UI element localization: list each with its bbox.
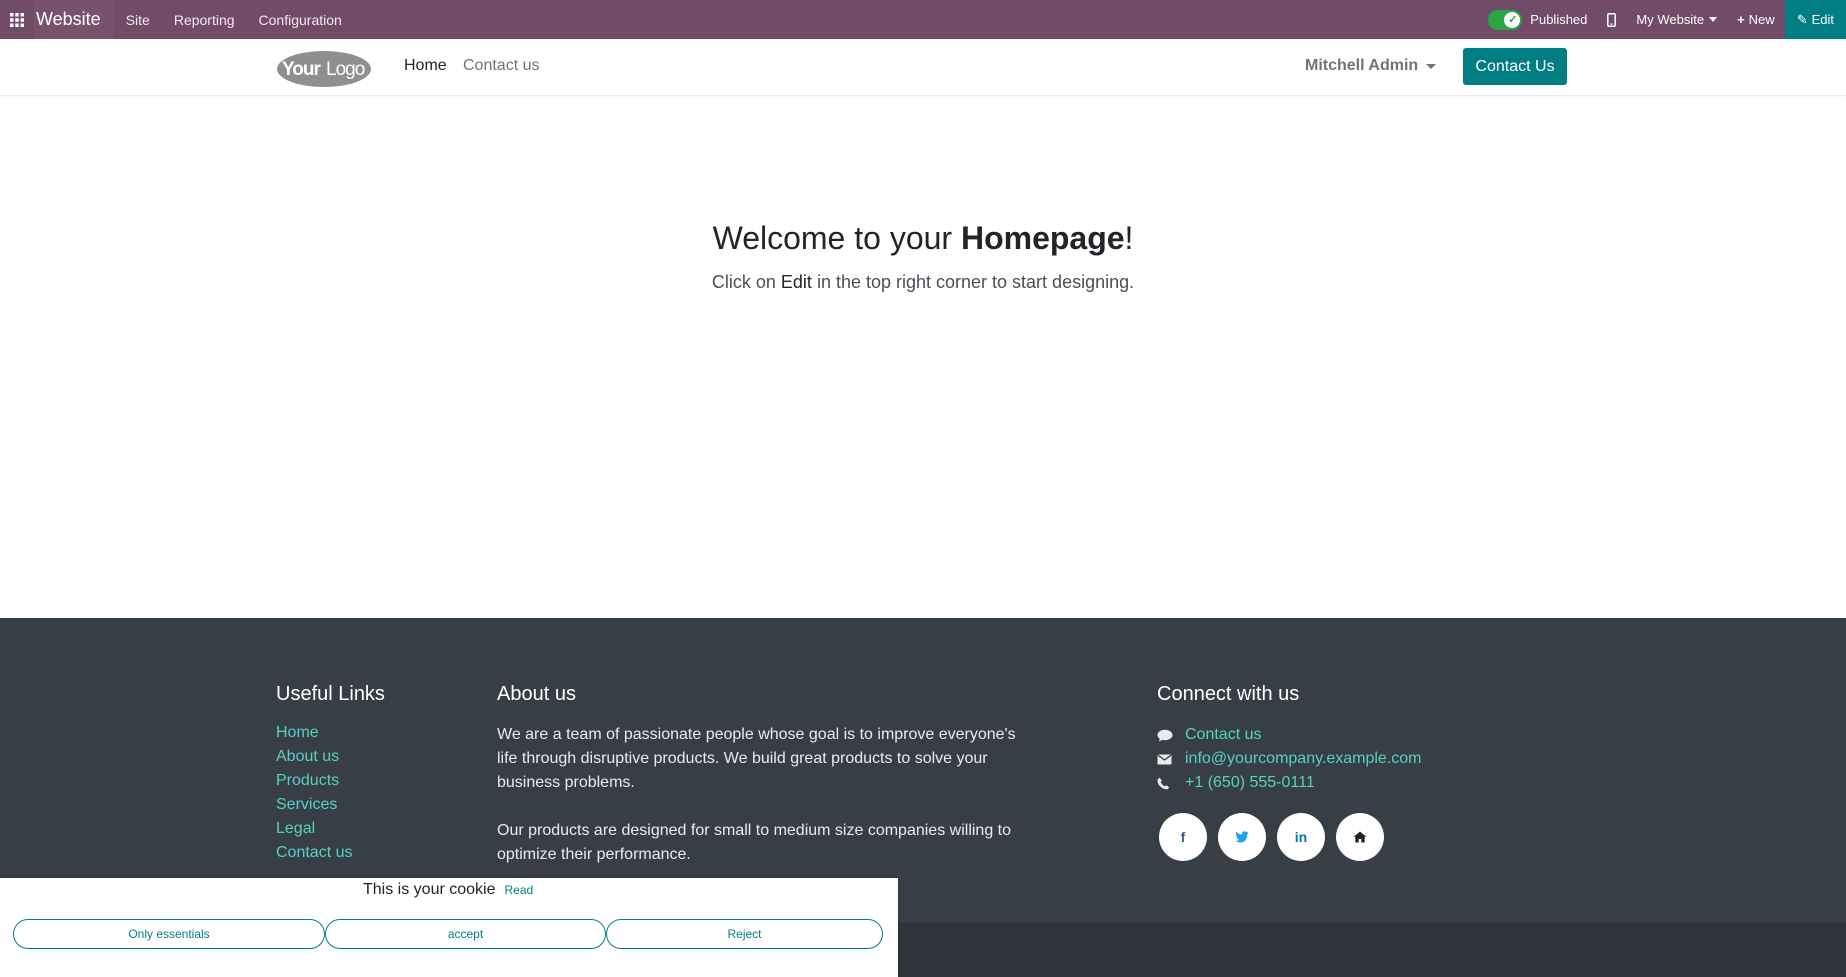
apps-menu-icon[interactable] — [0, 0, 34, 39]
connect-contact-link[interactable]: Contact us — [1185, 726, 1261, 744]
edit-label: Edit — [1811, 12, 1834, 27]
chevron-down-icon — [1426, 63, 1437, 69]
site-footer: Useful Links Home About us Products Serv… — [0, 618, 1846, 922]
website-switcher[interactable]: My Website — [1626, 0, 1727, 39]
edit-button[interactable]: ✎ Edit — [1784, 0, 1846, 39]
website-switcher-label: My Website — [1636, 12, 1705, 27]
publish-toggle[interactable]: ✓ Published — [1478, 0, 1597, 39]
useful-links-title: Useful Links — [276, 683, 385, 705]
connect-contact-row[interactable]: Contact us — [1157, 723, 1422, 747]
new-label: New — [1748, 12, 1775, 27]
comment-icon — [1157, 729, 1185, 742]
phone-icon — [1157, 777, 1185, 790]
published-label: Published — [1530, 12, 1588, 27]
top-menu: Site Reporting Configuration — [114, 0, 354, 39]
twitter-icon[interactable] — [1218, 813, 1266, 861]
mobile-icon — [1607, 12, 1617, 27]
connect-phone-row[interactable]: +1 (650) 555-0111 — [1157, 771, 1422, 795]
footer-link-home[interactable]: Home — [276, 723, 352, 747]
sub-edit: Edit — [780, 272, 812, 292]
footer-link-services[interactable]: Services — [276, 795, 352, 819]
admin-topbar: Website Site Reporting Configuration ✓ P… — [0, 0, 1846, 39]
app-name[interactable]: Website — [34, 0, 114, 39]
linkedin-icon[interactable]: in — [1277, 813, 1325, 861]
page-subtitle: Click on Edit in the top right corner to… — [0, 272, 1846, 293]
pencil-icon: ✎ — [1796, 11, 1808, 27]
contact-us-button[interactable]: Contact Us — [1463, 48, 1567, 85]
cookie-bar: This is your cookie Read Only essentials… — [0, 878, 898, 977]
svg-text:Your: Your — [282, 59, 321, 80]
only-essentials-button[interactable]: Only essentials — [13, 919, 325, 949]
nav-home[interactable]: Home — [404, 57, 447, 75]
footer-link-products[interactable]: Products — [276, 771, 352, 795]
cookie-message: This is your cookie Read — [363, 881, 533, 899]
title-bold: Homepage — [960, 220, 1125, 256]
cookie-read-link[interactable]: Read — [505, 883, 534, 897]
home-icon[interactable] — [1336, 813, 1384, 861]
accept-button[interactable]: accept — [325, 919, 606, 949]
cookie-text: This is your cookie — [363, 881, 496, 898]
new-button[interactable]: + New — [1727, 0, 1785, 39]
plus-icon: + — [1737, 12, 1745, 27]
sub-pre: Click on — [711, 272, 781, 292]
user-name: Mitchell Admin — [1305, 57, 1419, 74]
check-icon: ✓ — [1508, 13, 1518, 26]
menu-site[interactable]: Site — [114, 12, 162, 28]
page-title: Welcome to your Homepage! — [0, 220, 1846, 257]
svg-text:Logo: Logo — [326, 59, 365, 80]
nav-contact-us[interactable]: Contact us — [463, 57, 539, 75]
connect-title: Connect with us — [1157, 683, 1300, 705]
about-title: About us — [497, 683, 576, 705]
about-paragraph-1: We are a team of passionate people whose… — [497, 726, 1016, 791]
title-post: ! — [1124, 220, 1134, 256]
sub-post: in the top right corner to start designi… — [811, 272, 1135, 292]
about-paragraph-2: Our products are designed for small to m… — [497, 822, 1012, 863]
topbar-actions: ✓ Published My Website + New ✎ Edit — [1478, 0, 1846, 39]
title-pre: Welcome to your — [712, 220, 961, 256]
site-logo[interactable]: Your Logo — [276, 49, 372, 87]
user-menu[interactable]: Mitchell Admin — [1305, 57, 1437, 75]
footer-link-legal[interactable]: Legal — [276, 819, 352, 843]
chevron-down-icon — [1709, 17, 1718, 22]
menu-configuration[interactable]: Configuration — [247, 12, 354, 28]
connect-email-row[interactable]: info@yourcompany.example.com — [1157, 747, 1422, 771]
footer-link-contact[interactable]: Contact us — [276, 843, 352, 867]
useful-links-list: Home About us Products Services Legal Co… — [276, 723, 352, 867]
connect-email-link[interactable]: info@yourcompany.example.com — [1185, 750, 1422, 768]
envelope-icon — [1157, 754, 1185, 765]
site-header: Your Logo Home Contact us Mitchell Admin… — [0, 39, 1846, 96]
menu-reporting[interactable]: Reporting — [162, 12, 247, 28]
social-links: f in — [1159, 813, 1384, 861]
mobile-preview-button[interactable] — [1597, 0, 1626, 39]
reject-button[interactable]: Reject — [606, 919, 883, 949]
connect-phone-link[interactable]: +1 (650) 555-0111 — [1185, 774, 1315, 792]
toggle-switch[interactable]: ✓ — [1488, 9, 1523, 30]
about-text: We are a team of passionate people whose… — [497, 723, 1027, 867]
connect-list: Contact us info@yourcompany.example.com … — [1157, 723, 1422, 795]
footer-link-about[interactable]: About us — [276, 747, 352, 771]
facebook-icon[interactable]: f — [1159, 813, 1207, 861]
